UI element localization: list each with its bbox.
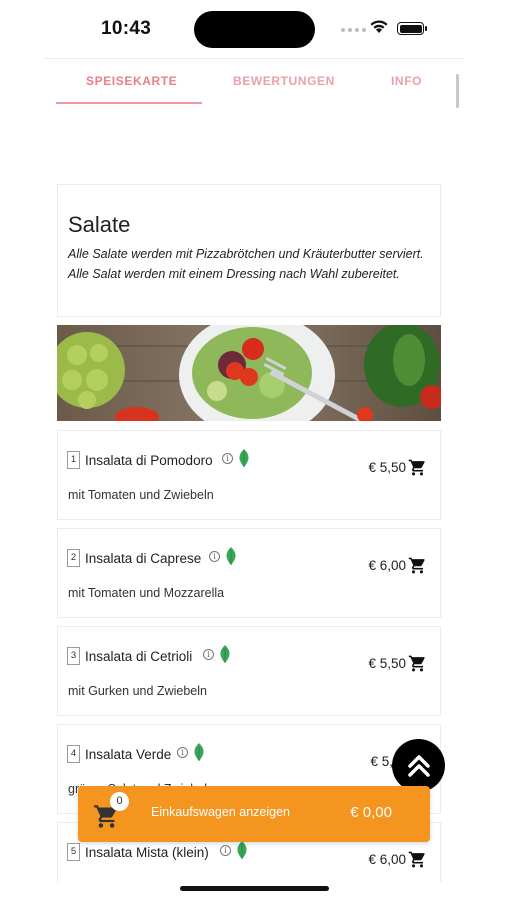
active-tab-indicator [56, 102, 202, 104]
info-icon[interactable]: i [222, 453, 233, 464]
cellular-signal-icon [341, 28, 366, 32]
cart-total: € 0,00 [350, 804, 392, 821]
add-to-cart-icon[interactable] [408, 654, 427, 673]
menu-item-2[interactable]: 2 Insalata di Caprese i mit Tomaten und … [57, 528, 441, 618]
dynamic-island [194, 11, 315, 48]
item-number: 3 [67, 647, 80, 665]
item-name: Insalata Verde [85, 747, 172, 762]
category-header-card: Salate Alle Salate werden mit Pizzabrötc… [57, 184, 441, 317]
tab-bewertungen[interactable]: BEWERTUNGEN [233, 74, 335, 88]
item-number: 1 [67, 451, 80, 469]
leaf-icon [220, 645, 230, 663]
leaf-icon [194, 743, 204, 761]
tab-info[interactable]: INFO [391, 74, 422, 88]
info-icon[interactable]: i [203, 649, 214, 660]
item-price: € 5,50 [368, 460, 406, 475]
menu-item-3[interactable]: 3 Insalata di Cetrioli i mit Gurken und … [57, 626, 441, 716]
tab-bar: SPEISEKARTE BEWERTUNGEN INFO [56, 66, 446, 106]
add-to-cart-icon[interactable] [408, 850, 427, 869]
scroll-to-top-button[interactable] [392, 739, 445, 792]
cart-count-badge: 0 [110, 792, 129, 811]
leaf-icon [237, 841, 247, 859]
item-name: Insalata di Pomodoro [85, 453, 213, 468]
category-banner-image [57, 325, 441, 421]
category-title: Salate [68, 212, 131, 237]
item-name: Insalata di Cetrioli [85, 649, 193, 664]
item-price: € 5, [370, 754, 393, 769]
tab-speisekarte[interactable]: SPEISEKARTE [86, 74, 177, 88]
item-price: € 6,00 [368, 558, 406, 573]
item-name: Insalata di Caprese [85, 551, 202, 566]
item-number: 5 [67, 843, 80, 861]
item-price: € 6,00 [368, 852, 406, 867]
category-description: Alle Salate werden mit Pizzabrötchen und… [68, 247, 424, 281]
wifi-icon [370, 20, 388, 33]
battery-icon [397, 22, 427, 35]
info-icon[interactable]: i [177, 747, 188, 758]
add-to-cart-icon[interactable] [408, 556, 427, 575]
info-icon[interactable]: i [209, 551, 220, 562]
item-description: mit Gurken und Zwiebeln [68, 684, 207, 698]
status-bar: 10:43 [0, 0, 507, 58]
header-divider [44, 58, 464, 59]
double-chevron-up-icon [407, 754, 430, 777]
leaf-icon [239, 449, 249, 467]
add-to-cart-icon[interactable] [408, 458, 427, 477]
view-cart-button[interactable]: 0 Einkaufswagen anzeigen € 0,00 [78, 786, 430, 842]
item-number: 2 [67, 549, 80, 567]
leaf-icon [226, 547, 236, 565]
item-name: Insalata Mista (klein) [85, 845, 209, 860]
tab-scrollbar[interactable] [456, 74, 459, 108]
item-description: mit Tomaten und Mozzarella [68, 586, 225, 600]
menu-item-1[interactable]: 1 Insalata di Pomodoro i mit Tomaten und… [57, 430, 441, 520]
item-description: mit Tomaten und Zwiebeln [68, 488, 214, 502]
item-number: 4 [67, 745, 80, 763]
item-price: € 5,50 [368, 656, 406, 671]
info-icon[interactable]: i [220, 845, 231, 856]
status-time: 10:43 [101, 18, 152, 39]
cart-label: Einkaufswagen anzeigen [151, 805, 290, 819]
home-indicator[interactable] [180, 886, 329, 891]
